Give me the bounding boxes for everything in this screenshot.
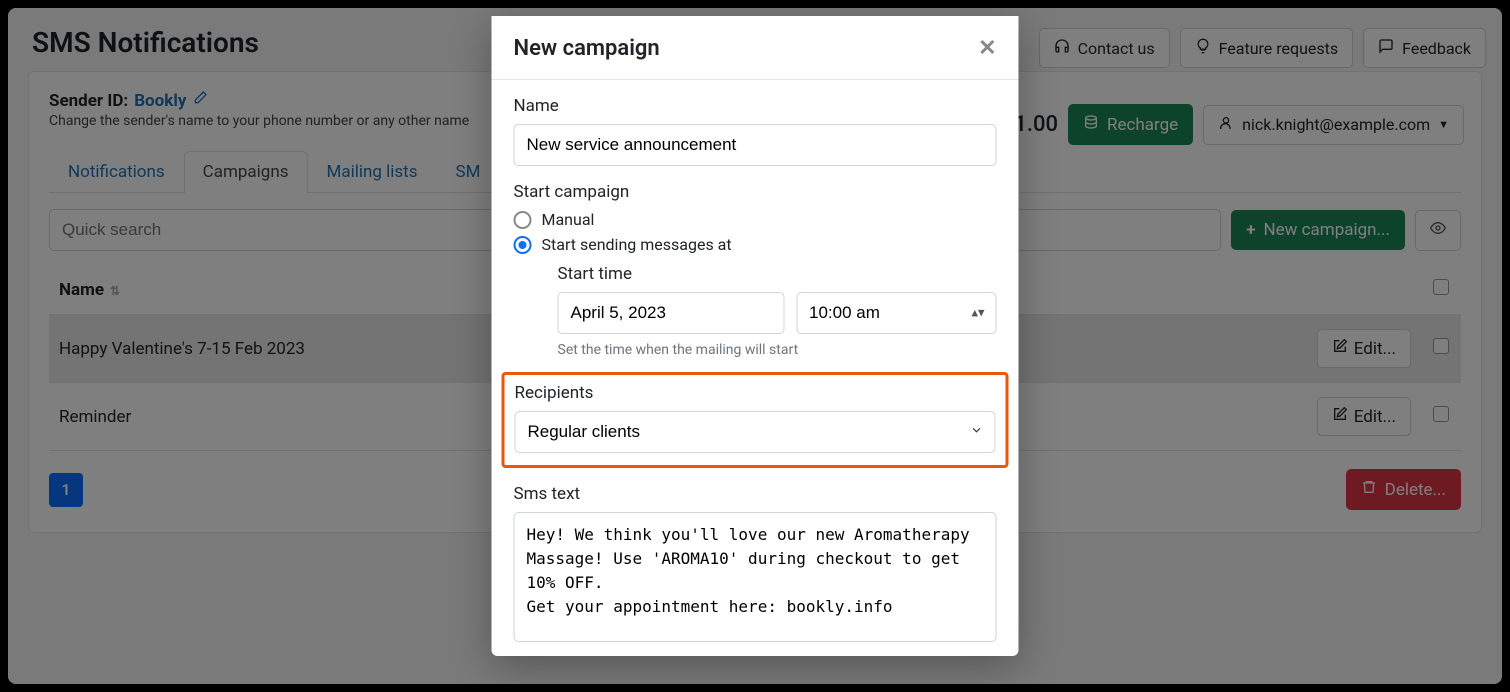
recipients-label: Recipients xyxy=(515,383,996,403)
radio-manual-label: Manual xyxy=(542,210,595,229)
start-time-select[interactable] xyxy=(796,292,997,334)
sms-text-label: Sms text xyxy=(514,484,997,504)
name-label: Name xyxy=(514,96,997,116)
radio-scheduled[interactable] xyxy=(514,236,532,254)
recipients-highlight: Recipients xyxy=(502,372,1009,468)
start-time-label: Start time xyxy=(558,264,997,284)
start-time-helper: Set the time when the mailing will start xyxy=(558,342,997,358)
name-input[interactable] xyxy=(514,124,997,166)
modal-title: New campaign xyxy=(514,36,660,61)
radio-scheduled-label: Start sending messages at xyxy=(542,235,732,254)
close-icon[interactable]: ✕ xyxy=(978,36,996,61)
radio-scheduled-row[interactable]: Start sending messages at xyxy=(514,235,997,254)
new-campaign-modal: New campaign ✕ Name Start campaign Manua… xyxy=(492,16,1019,656)
start-campaign-label: Start campaign xyxy=(514,182,997,202)
recipients-select[interactable] xyxy=(515,411,996,453)
radio-manual[interactable] xyxy=(514,211,532,229)
radio-manual-row[interactable]: Manual xyxy=(514,210,997,229)
sms-text-input[interactable] xyxy=(514,512,997,642)
start-date-input[interactable] xyxy=(558,292,785,334)
